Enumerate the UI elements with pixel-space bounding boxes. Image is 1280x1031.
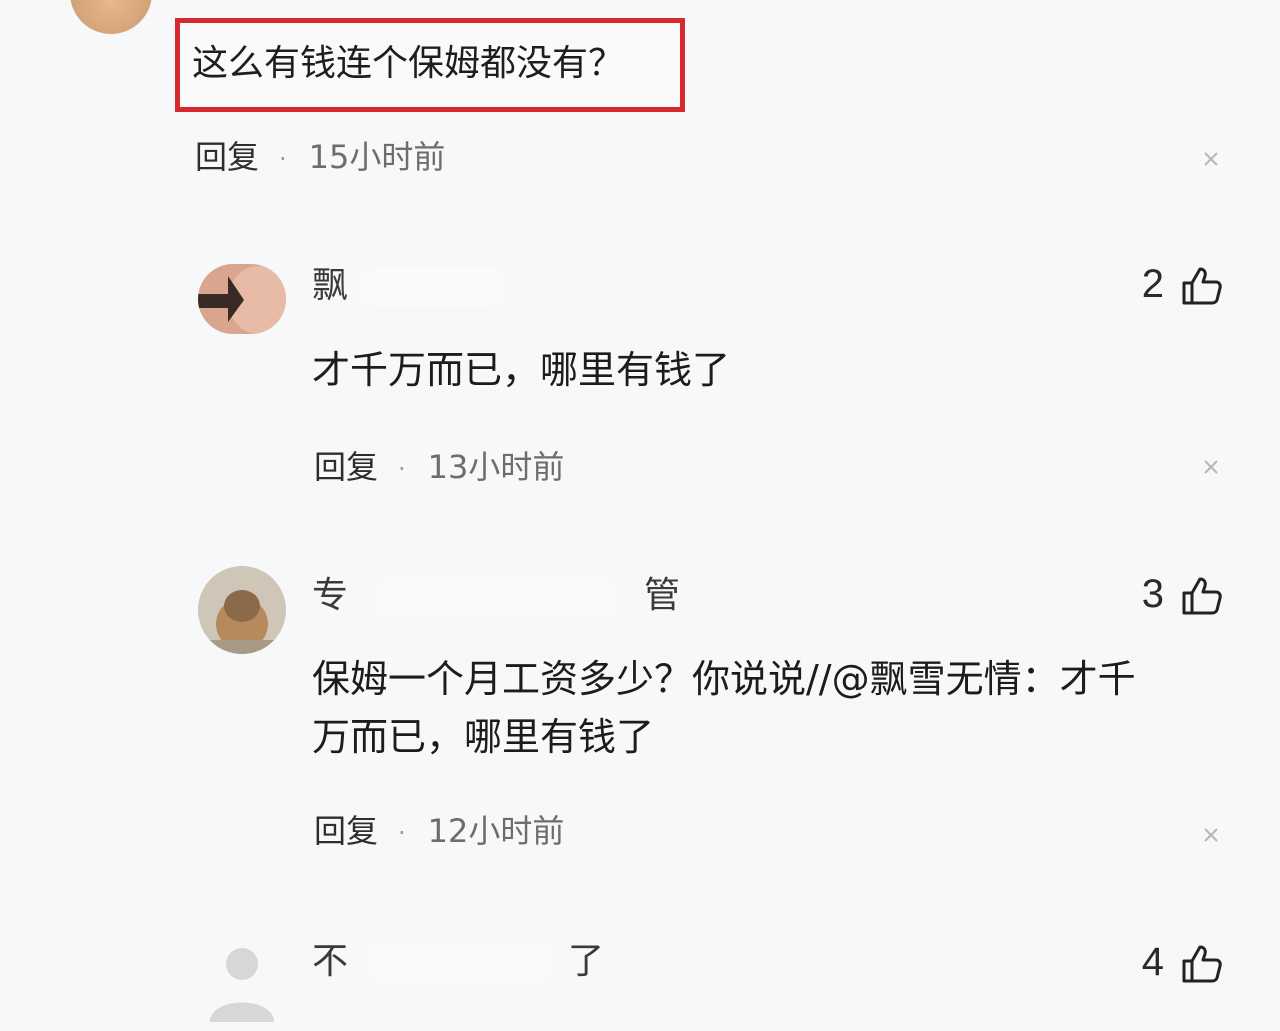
like-group[interactable]: 2: [1142, 262, 1224, 307]
like-count: 2: [1141, 262, 1164, 306]
timestamp: 12小时前: [427, 812, 565, 850]
close-icon[interactable]: [1202, 826, 1220, 844]
username-mask: [348, 577, 645, 617]
comment-meta: 回复 · 15小时前: [195, 132, 445, 178]
thumbs-up-icon[interactable]: [1180, 573, 1224, 617]
avatar[interactable]: [198, 566, 286, 654]
like-group[interactable]: 3: [1142, 572, 1224, 617]
thumbs-up-icon[interactable]: [1180, 941, 1224, 985]
timestamp: 13小时前: [427, 448, 565, 486]
reply-button[interactable]: 回复: [195, 138, 259, 176]
comment-text: 这么有钱连个保姆都没有？: [192, 43, 625, 84]
comment-text: 保姆一个月工资多少？你说说//@飘雪无情：才千 万而已，哪里有钱了: [312, 657, 1136, 759]
separator-dot: ·: [398, 819, 406, 847]
avatar[interactable]: [206, 938, 278, 1022]
comment-text: 才千万而已，哪里有钱了: [312, 348, 731, 392]
close-icon[interactable]: [1202, 458, 1220, 476]
username-mask: [348, 267, 519, 307]
timestamp: 15小时前: [308, 138, 446, 176]
like-group[interactable]: 4: [1142, 940, 1224, 985]
like-count: 4: [1141, 940, 1164, 984]
thumbs-up-icon[interactable]: [1180, 263, 1224, 307]
username[interactable]: 不了: [312, 940, 604, 984]
like-count: 3: [1141, 572, 1164, 616]
reply-button[interactable]: 回复: [314, 448, 378, 486]
reply-button[interactable]: 回复: [314, 812, 378, 850]
separator-dot: ·: [398, 455, 406, 483]
username[interactable]: 专管: [312, 574, 680, 618]
separator-dot: ·: [279, 145, 287, 173]
avatar[interactable]: [70, 0, 152, 34]
avatar[interactable]: [198, 264, 286, 334]
username-mask: [348, 943, 569, 983]
close-icon[interactable]: [1202, 150, 1220, 168]
username[interactable]: 飘: [312, 264, 519, 308]
comment-meta: 回复 · 12小时前: [314, 806, 564, 852]
comment-meta: 回复 · 13小时前: [314, 442, 564, 488]
